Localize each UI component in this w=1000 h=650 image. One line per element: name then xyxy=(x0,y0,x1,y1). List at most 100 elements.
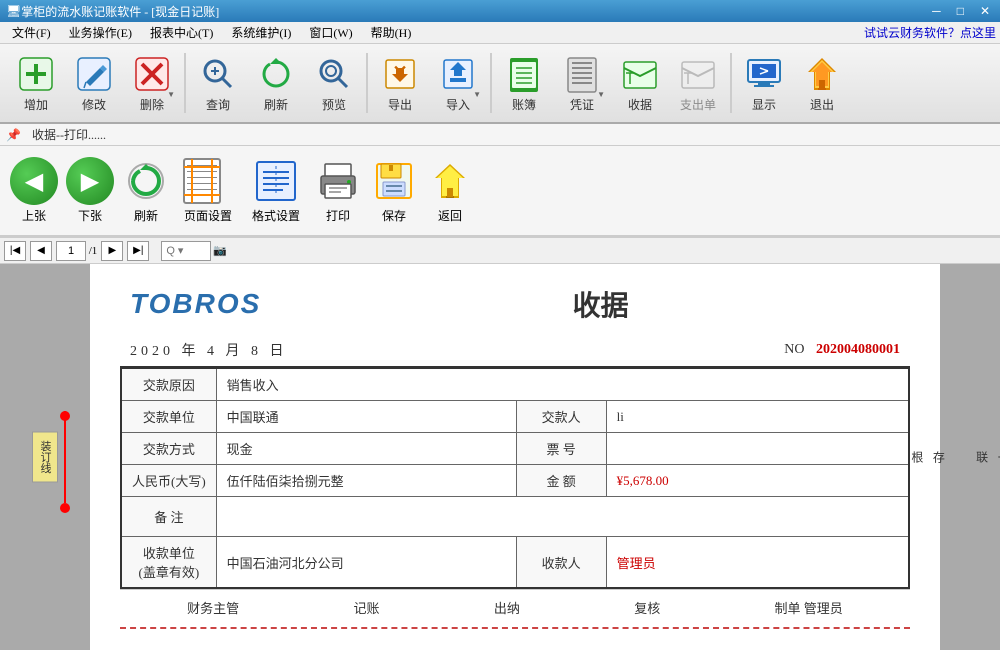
format-button[interactable]: 格式设置 xyxy=(244,152,308,230)
display-label: 显示 xyxy=(752,96,776,113)
prev-nav-btn[interactable]: ◀ xyxy=(30,241,52,261)
pay-button[interactable]: 支出单 xyxy=(670,48,726,118)
ledger-button[interactable]: 账簿 xyxy=(496,48,552,118)
prev-page-button[interactable]: ◀ 上张 xyxy=(8,152,60,230)
ledger-label: 账簿 xyxy=(512,96,536,113)
menu-item-help[interactable]: 帮助(H) xyxy=(363,22,420,43)
receipt-footer: 财务主管 记账 出纳 复核 制单 管理员 xyxy=(120,589,910,617)
bottom-dashed-line xyxy=(120,627,910,629)
camera-icon: 📷 xyxy=(213,244,227,257)
page-setup-button[interactable]: 页面设置 xyxy=(176,152,240,230)
ticket-label: 票 号 xyxy=(516,433,606,465)
export-button[interactable]: ✕ 导出 xyxy=(372,48,428,118)
exit-label: 退出 xyxy=(810,96,834,113)
footer-finance: 财务主管 xyxy=(187,598,239,617)
edit-button[interactable]: 修改 xyxy=(66,48,122,118)
separator-2 xyxy=(366,53,368,113)
next-nav-btn[interactable]: ▶ xyxy=(101,241,123,261)
method-value: 现金 xyxy=(216,433,516,465)
delete-button[interactable]: 删除 ▼ xyxy=(124,48,180,118)
refresh-button[interactable]: 刷新 xyxy=(248,48,304,118)
footer-review: 复核 xyxy=(634,598,660,617)
print-toolbar: ◀ 上张 ▶ 下张 刷新 xyxy=(0,146,1000,236)
right-margin: 第一联存根 xyxy=(940,264,1000,650)
return-label: 返回 xyxy=(438,207,462,224)
logo: TOBROS xyxy=(130,288,261,320)
unit-value: 中国联通 xyxy=(216,401,516,433)
display-button[interactable]: 显示 xyxy=(736,48,792,118)
page-setup-label: 页面设置 xyxy=(184,207,232,224)
table-row-amount-words: 人民币(大写) 伍仟陆佰柒拾捌元整 金 额 ¥5,678.00 xyxy=(121,465,909,497)
menu-item-system[interactable]: 系统维护(I) xyxy=(223,22,299,43)
unit-label: 交款单位 xyxy=(121,401,216,433)
preview-label: 预览 xyxy=(322,96,346,113)
title-icon: 🖥 xyxy=(6,4,21,19)
table-row-receiver: 收款单位 (盖章有效) 中国石油河北分公司 收款人 管理员 xyxy=(121,537,909,589)
prev-icon: ◀ xyxy=(10,157,58,205)
ticket-value xyxy=(606,433,909,465)
cloud-promo[interactable]: 试试云财务软件？点这里 xyxy=(864,24,996,41)
close-btn[interactable]: ✕ xyxy=(976,4,994,19)
main-area: 装订线 TOBROS 收据 2020 年 4 月 8 日 NO 20200408… xyxy=(0,264,1000,650)
left-margin: 装订线 xyxy=(0,264,90,650)
add-label: 增加 xyxy=(24,96,48,113)
rmb-label: 人民币(大写) xyxy=(121,465,216,497)
exit-button[interactable]: 退出 xyxy=(794,48,850,118)
next-page-button[interactable]: ▶ 下张 xyxy=(64,152,116,230)
save-button[interactable]: 保存 xyxy=(368,152,420,230)
menu-item-operations[interactable]: 业务操作(E) xyxy=(61,22,140,43)
receive-label: 收据 xyxy=(628,96,652,113)
nav-bar: |◀ ◀ /1 ▶ ▶| 📷 xyxy=(0,238,1000,264)
payer-value: li xyxy=(606,401,909,433)
menu-item-file[interactable]: 文件(F) xyxy=(4,22,59,43)
maximize-btn[interactable]: □ xyxy=(953,4,968,19)
print-refresh-button[interactable]: 刷新 xyxy=(120,152,172,230)
print-window-title: 📌 收据--打印...... xyxy=(0,124,1000,146)
print-button[interactable]: 打印 xyxy=(312,152,364,230)
menu-bar: 文件(F) 业务操作(E) 报表中心(T) 系统维护(I) 窗口(W) 帮助(H… xyxy=(0,22,1000,44)
receipt-no-area: NO 202004080001 xyxy=(784,342,900,358)
binding-line xyxy=(64,411,66,504)
voucher-button[interactable]: 凭证 ▼ xyxy=(554,48,610,118)
import-label: 导入 xyxy=(446,96,470,113)
delete-dropdown-arrow: ▼ xyxy=(167,90,175,99)
import-dropdown-arrow: ▼ xyxy=(473,90,481,99)
method-label: 交款方式 xyxy=(121,433,216,465)
remark-value xyxy=(216,497,909,537)
page-info: /1 xyxy=(56,241,97,261)
pay-label: 支出单 xyxy=(680,96,716,113)
search-input[interactable] xyxy=(161,241,211,261)
page-current-input[interactable] xyxy=(56,241,86,261)
binding-marker-bottom xyxy=(60,503,70,513)
last-page-btn[interactable]: ▶| xyxy=(127,241,149,261)
table-row-method: 交款方式 现金 票 号 xyxy=(121,433,909,465)
menu-item-reports[interactable]: 报表中心(T) xyxy=(142,22,221,43)
footer-cashier: 出纳 xyxy=(494,598,520,617)
receive-button[interactable]: 收据 xyxy=(612,48,668,118)
separator-4 xyxy=(730,53,732,113)
query-label: 查询 xyxy=(206,96,230,113)
next-icon: ▶ xyxy=(66,157,114,205)
query-button[interactable]: 查询 xyxy=(190,48,246,118)
next-label: 下张 xyxy=(78,207,102,224)
amount-label-cell: 金 额 xyxy=(516,465,606,497)
import-button[interactable]: 导入 ▼ xyxy=(430,48,486,118)
preview-button[interactable]: 预览 xyxy=(306,48,362,118)
page-content: TOBROS 收据 2020 年 4 月 8 日 NO 202004080001… xyxy=(90,264,940,650)
first-page-btn[interactable]: |◀ xyxy=(4,241,26,261)
delete-label: 删除 xyxy=(140,96,164,113)
separator-1 xyxy=(184,53,186,113)
amount-value: ¥5,678.00 xyxy=(606,465,909,497)
app-title: 掌柜的流水账记账软件 - [现金日记账] xyxy=(21,3,219,20)
menu-item-window[interactable]: 窗口(W) xyxy=(301,22,360,43)
voucher-dropdown-arrow: ▼ xyxy=(597,90,605,99)
table-row-remark: 备 注 xyxy=(121,497,909,537)
return-button[interactable]: 返回 xyxy=(424,152,476,230)
receiver-unit-value: 中国石油河北分公司 xyxy=(216,537,516,589)
add-button[interactable]: 增加 xyxy=(8,48,64,118)
receiver-person-value: 管理员 xyxy=(606,537,909,589)
minimize-btn[interactable]: ─ xyxy=(928,4,945,19)
save-label: 保存 xyxy=(382,207,406,224)
right-panel-label: 第一联存根 xyxy=(905,451,1000,463)
format-label: 格式设置 xyxy=(252,207,300,224)
